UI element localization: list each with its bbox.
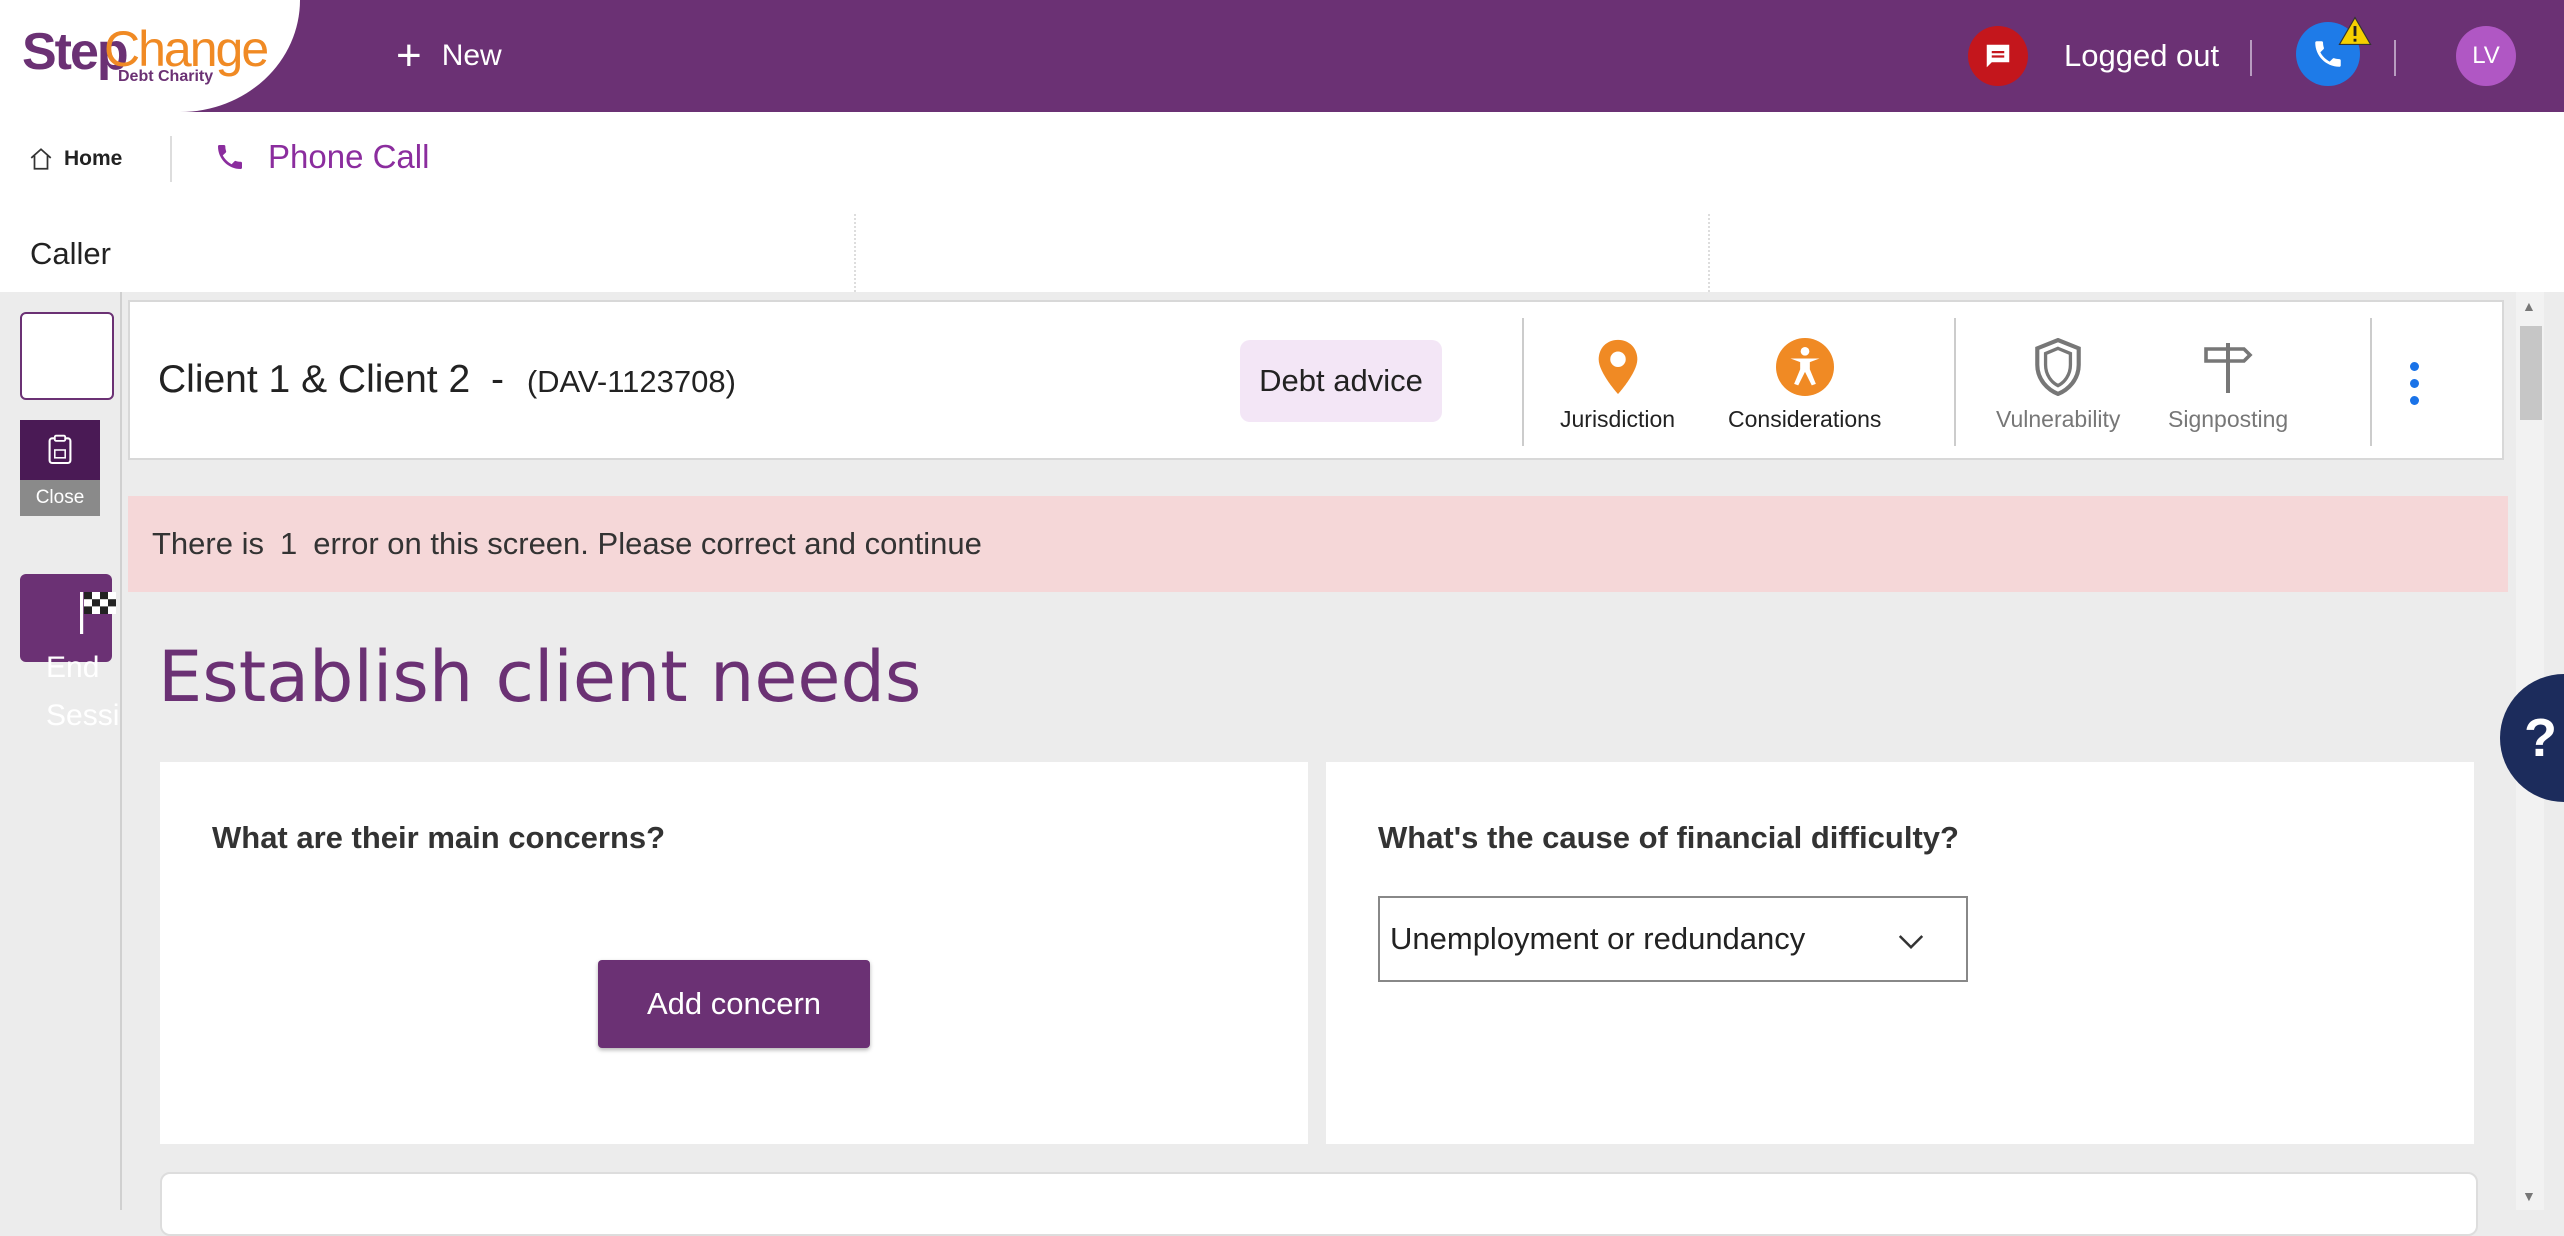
jurisdiction-button[interactable]: Jurisdiction [1560,338,1675,433]
client-separator: - [491,358,504,401]
close-button[interactable]: Close [20,480,100,516]
shield-icon [2035,338,2082,396]
new-button[interactable]: + New [396,30,502,82]
divider [2250,40,2252,76]
scroll-up-icon[interactable]: ▲ [2522,298,2536,314]
checkered-flag-icon [80,592,116,634]
divider [854,214,856,292]
divider [170,136,172,182]
home-icon [30,148,52,170]
caller-label: Caller [30,236,111,271]
presence-status-text: Logged out [2064,38,2220,73]
error-count: 1 [279,526,298,561]
new-button-label: New [441,39,502,72]
client-name: Client 1 & Client 2 [158,358,471,401]
divider [1708,214,1710,292]
more-options-icon[interactable] [2410,362,2419,405]
jurisdiction-label: Jurisdiction [1560,406,1676,432]
scroll-down-icon[interactable]: ▼ [2522,1188,2536,1204]
error-prefix: There is [152,526,264,561]
tab-phone-call[interactable]: Phone Call [214,138,429,176]
next-section-panel [160,1172,2478,1236]
scroll-thumb[interactable] [2520,326,2542,420]
top-bar: Step Change Debt Charity + New Logged ou… [0,0,2564,112]
cause-panel: What's the cause of financial difficulty… [1326,762,2474,1144]
vulnerability-button[interactable]: Vulnerability [1996,338,2120,433]
considerations-button[interactable]: Considerations [1728,338,1881,433]
tab-bar: Home Phone Call [0,112,2564,214]
divider [1954,318,1956,446]
debt-advice-badge: Debt advice [1240,340,1442,422]
clipboard-icon [48,434,72,465]
tab-home-label: Home [64,147,123,170]
caller-panel: Caller [0,214,2564,292]
avatar[interactable]: LV [2456,26,2516,86]
logo[interactable]: Step Change Debt Charity [0,0,300,112]
cause-select[interactable]: Unemployment or redundancy [1378,896,1968,982]
concerns-question: What are their main concerns? [212,820,666,855]
phone-icon [218,145,242,169]
considerations-label: Considerations [1728,406,1882,432]
error-suffix: error on this screen. Please correct and… [313,526,982,561]
chat-icon[interactable] [1968,26,2028,86]
rail-blank-button[interactable] [20,312,114,400]
plus-icon: + [396,31,422,80]
client-reference: (DAV-1123708) [526,364,736,399]
cause-select-value: Unemployment or redundancy [1390,921,1806,956]
clipboard-button[interactable] [20,420,100,480]
client-title: Client 1 & Client 2 - (DAV-1123708) [158,358,736,402]
signposting-button[interactable]: Signposting [2168,338,2288,433]
add-concern-button[interactable]: Add concern [598,960,870,1048]
error-banner: There is 1 error on this screen. Please … [128,496,2508,592]
concerns-panel: What are their main concerns? Add concer… [160,762,1308,1144]
signpost-icon [2204,343,2253,393]
location-pin-icon [1598,339,1637,395]
warning-icon [2338,16,2372,51]
divider [1522,318,1524,446]
signposting-label: Signposting [2168,406,2289,432]
page-title: Establish client needs [158,636,922,718]
chevron-down-icon [1898,935,1924,950]
accessibility-icon [1775,338,1834,396]
help-button[interactable]: ? [2500,674,2564,802]
left-rail: Close End Session [0,292,122,1210]
logo-subtitle: Debt Charity [118,68,214,85]
divider [2394,40,2396,76]
client-header: Client 1 & Client 2 - (DAV-1123708) Debt… [128,300,2504,460]
end-session-label: End Session [46,651,120,732]
divider [2370,318,2372,446]
tab-home[interactable]: Home [28,146,122,172]
vulnerability-label: Vulnerability [1996,406,2121,432]
cause-question: What's the cause of financial difficulty… [1378,820,1959,855]
tab-phone-call-label: Phone Call [268,138,430,175]
